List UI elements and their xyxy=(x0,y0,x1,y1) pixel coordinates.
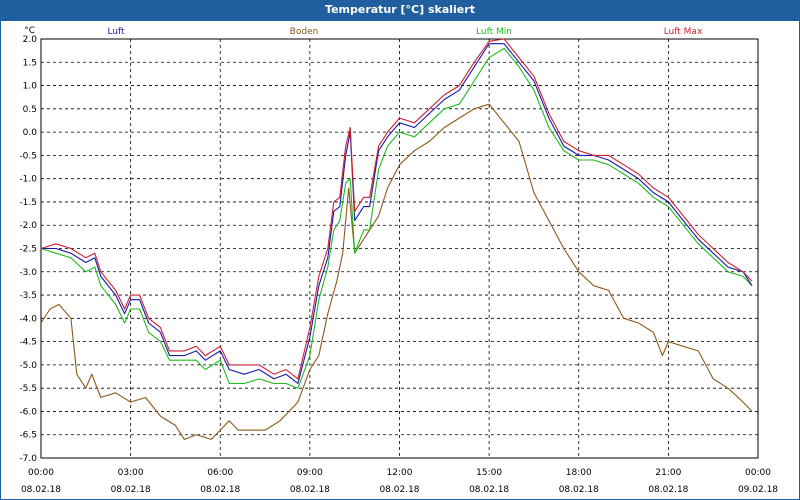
grid xyxy=(40,38,759,459)
y-tick-label: -3.5 xyxy=(19,291,37,301)
x-tick-date: 08.02.18 xyxy=(379,485,419,495)
x-tick-date: 08.02.18 xyxy=(559,485,599,495)
legend-entry: Boden xyxy=(290,27,319,37)
y-axis-unit: °C xyxy=(24,26,35,36)
y-tick-label: -1.5 xyxy=(19,198,37,208)
series-line-luft-min xyxy=(40,47,753,389)
y-tick-label: -5.0 xyxy=(19,361,37,371)
temperature-chart: Luft Boden Luft Min Luft Max 2.0 1.5 1.0 0.5 0.… xyxy=(19,26,778,495)
y-tick-label: -2.5 xyxy=(19,245,37,255)
y-tick-label: -4.5 xyxy=(19,338,37,348)
y-tick-label: -6.0 xyxy=(19,407,37,417)
y-tick-label: 0.0 xyxy=(23,128,38,138)
series-line-luft xyxy=(41,43,753,385)
x-tick-date: 08.02.18 xyxy=(290,485,330,495)
y-tick-label: -5.5 xyxy=(19,384,37,394)
x-tick-time: 00:00 xyxy=(28,468,54,478)
y-tick-label: -6.5 xyxy=(19,431,37,441)
x-tick-time: 12:00 xyxy=(387,468,413,478)
y-tick-label: -1.0 xyxy=(19,175,37,185)
y-tick-label: -4.0 xyxy=(19,314,37,324)
y-tick-label: 1.5 xyxy=(23,58,37,68)
chart-frame: Luft Boden Luft Min Luft Max 2.0 1.5 1.0 0.5 0.… xyxy=(0,20,800,500)
x-tick-time: 09:00 xyxy=(297,468,323,478)
x-tick-time: 15:00 xyxy=(476,468,502,478)
x-tick-time: 00:00 xyxy=(745,468,771,478)
legend-entry: Luft Min xyxy=(476,27,512,37)
chart-title: Temperatur [°C] skaliert xyxy=(0,0,800,20)
y-tick-label: -7.0 xyxy=(19,454,37,464)
x-tick-date: 08.02.18 xyxy=(111,485,151,495)
x-tick-date: 08.02.18 xyxy=(469,485,509,495)
legend-entry: Luft Max xyxy=(664,27,703,37)
x-tick-time: 06:00 xyxy=(207,468,233,478)
x-tick-time: 03:00 xyxy=(118,468,144,478)
y-tick-label: 0.5 xyxy=(23,105,37,115)
series-layer xyxy=(40,38,753,440)
x-tick-date: 08.02.18 xyxy=(21,485,61,495)
x-tick-date: 08.02.18 xyxy=(648,485,688,495)
legend: Luft Boden Luft Min Luft Max xyxy=(107,27,703,37)
x-tick-time: 21:00 xyxy=(655,468,681,478)
legend-entry: Luft xyxy=(107,27,125,37)
y-tick-label: -0.5 xyxy=(19,151,37,161)
x-tick-date: 09.02.18 xyxy=(738,485,778,495)
y-tick-label: -3.0 xyxy=(19,268,37,278)
y-tick-label: 2.0 xyxy=(23,35,38,45)
y-tick-label: -2.0 xyxy=(19,221,37,231)
axes: 2.0 1.5 1.0 0.5 0.0 -0.5 -1.0 -1.5 -2.0 -2.5 -3.0 -… xyxy=(19,26,778,495)
x-tick-date: 08.02.18 xyxy=(200,485,240,495)
y-tick-label: 1.0 xyxy=(23,82,38,92)
x-tick-time: 18:00 xyxy=(566,468,592,478)
